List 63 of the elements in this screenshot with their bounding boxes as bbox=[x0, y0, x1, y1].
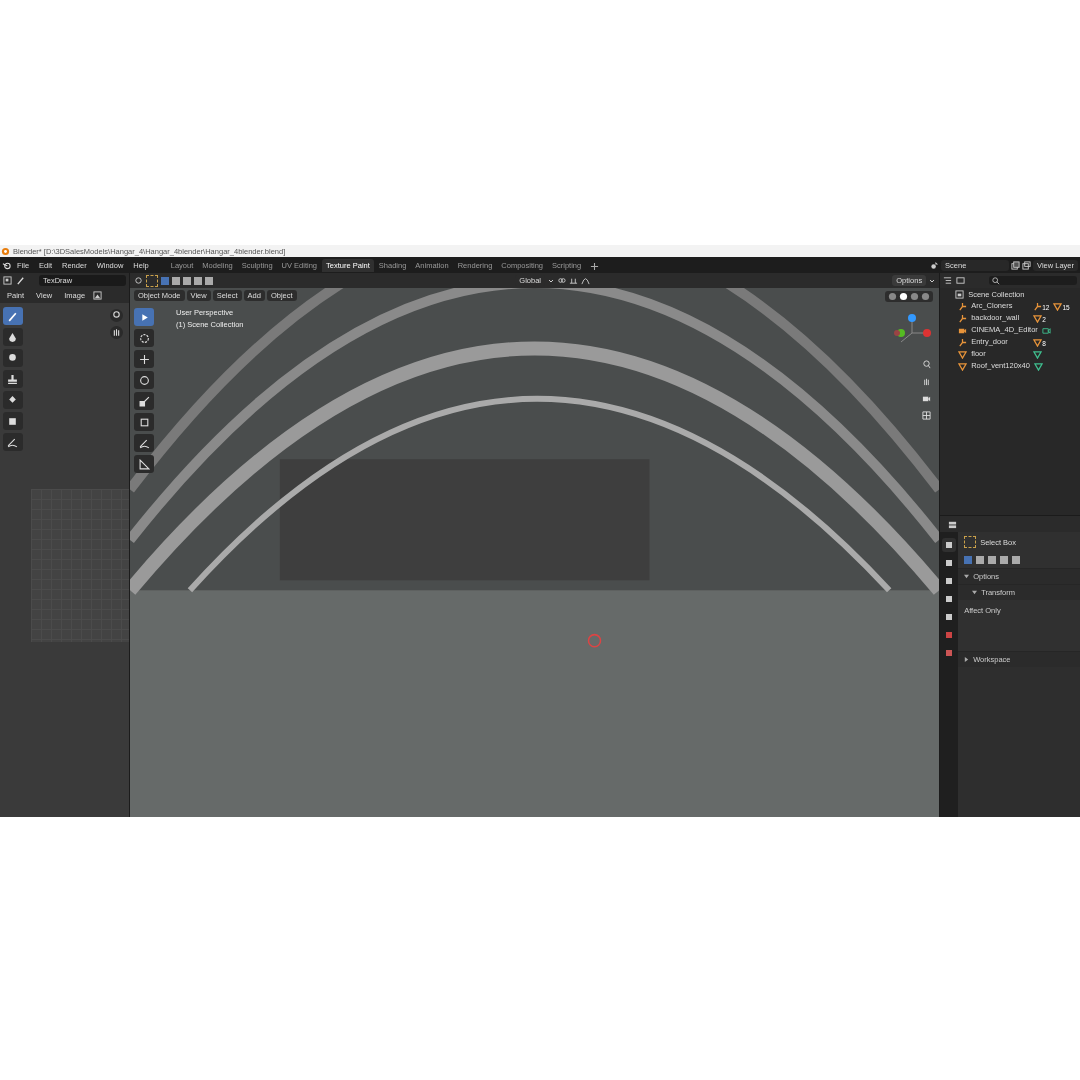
rotate-icon bbox=[138, 374, 150, 386]
link-icon[interactable] bbox=[557, 276, 566, 285]
chevron-icon bbox=[548, 278, 554, 283]
falloff-icon[interactable] bbox=[581, 276, 590, 285]
pen-icon bbox=[7, 436, 18, 448]
drop-icon bbox=[7, 331, 18, 343]
zoom-icon[interactable] bbox=[110, 309, 123, 322]
axes-icon bbox=[958, 337, 968, 347]
move-icon bbox=[138, 353, 150, 365]
paint-tool-button[interactable] bbox=[2, 349, 23, 367]
chevron-icon bbox=[929, 278, 936, 283]
zoom-icon[interactable] bbox=[922, 360, 932, 369]
transform-icon bbox=[138, 416, 150, 428]
blender-logo-icon[interactable] bbox=[2, 260, 11, 270]
stamp-icon bbox=[7, 373, 18, 385]
copy-icon[interactable] bbox=[1011, 260, 1021, 270]
disclosure-triangle-icon[interactable] bbox=[964, 574, 970, 579]
grid-icon[interactable] bbox=[922, 411, 932, 420]
axes-icon[interactable] bbox=[1033, 301, 1043, 311]
viewport-tool-button[interactable] bbox=[134, 329, 154, 347]
paint-tool-button[interactable] bbox=[2, 370, 23, 388]
paint-tool-button[interactable] bbox=[2, 328, 23, 346]
viewport-tool-button[interactable] bbox=[134, 308, 154, 326]
axes-icon bbox=[958, 301, 968, 311]
disclosure-triangle-icon[interactable] bbox=[964, 657, 970, 662]
layers-icon[interactable] bbox=[1022, 260, 1032, 270]
camera-icon[interactable] bbox=[922, 394, 932, 403]
brush-icon bbox=[7, 310, 18, 322]
display-mode-icon[interactable] bbox=[943, 276, 953, 285]
paint-tool-button[interactable] bbox=[2, 433, 23, 451]
viewport-tool-button[interactable] bbox=[134, 350, 154, 368]
collection-icon bbox=[955, 289, 965, 299]
camera-data-icon[interactable] bbox=[1041, 325, 1051, 335]
hand-icon[interactable] bbox=[110, 326, 123, 339]
brush-icon[interactable] bbox=[16, 276, 25, 285]
target-icon bbox=[138, 332, 150, 344]
scale-icon bbox=[138, 395, 150, 407]
viewport-tool-button[interactable] bbox=[134, 392, 154, 410]
add-icon[interactable] bbox=[590, 261, 600, 271]
viewport-tool-button[interactable] bbox=[134, 371, 154, 389]
snap-icon[interactable] bbox=[569, 276, 578, 285]
paint-tool-button[interactable] bbox=[2, 307, 23, 325]
viewport-tool-button[interactable] bbox=[134, 434, 154, 452]
axes-icon bbox=[958, 313, 968, 323]
properties-tab-icon[interactable] bbox=[942, 538, 957, 552]
scene-icon[interactable] bbox=[930, 260, 940, 270]
editor-type-icon[interactable] bbox=[948, 519, 958, 529]
paint-tool-button[interactable] bbox=[2, 412, 23, 430]
editor-type-icon[interactable] bbox=[3, 276, 12, 285]
ruler-icon bbox=[138, 458, 150, 470]
select-box-icon[interactable] bbox=[146, 274, 158, 287]
search-field[interactable] bbox=[989, 276, 1077, 285]
search-icon bbox=[992, 276, 1001, 285]
viewport-tool-button[interactable] bbox=[134, 455, 154, 473]
editor-type-icon[interactable] bbox=[134, 276, 143, 285]
pen-icon bbox=[138, 437, 150, 449]
viewport-tool-button[interactable] bbox=[134, 413, 154, 431]
paint-tool-button[interactable] bbox=[2, 391, 23, 409]
select-box-icon bbox=[964, 536, 977, 548]
disclosure-triangle-icon[interactable] bbox=[972, 590, 978, 595]
hand-icon[interactable] bbox=[922, 377, 932, 386]
filter-icon[interactable] bbox=[956, 276, 966, 285]
image-icon[interactable] bbox=[93, 291, 103, 300]
